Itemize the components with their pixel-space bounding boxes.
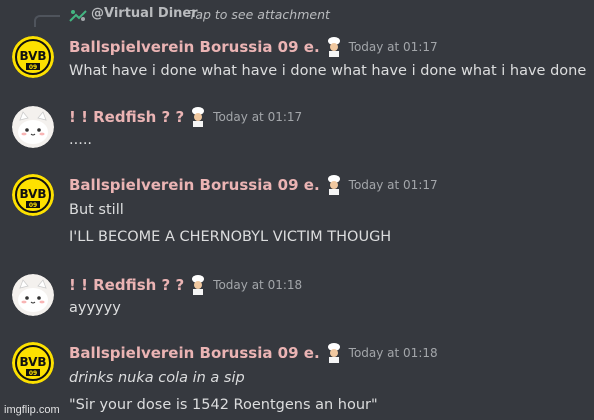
avatar[interactable] bbox=[12, 274, 54, 316]
timestamp: Today at 01:17 bbox=[348, 177, 438, 192]
timestamp: Today at 01:17 bbox=[213, 109, 303, 124]
author-name[interactable]: ! ! Redfish ? ? bbox=[69, 108, 184, 126]
avatar[interactable]: BVB 09 bbox=[12, 36, 54, 78]
svg-text:BVB: BVB bbox=[19, 49, 46, 63]
avatar[interactable]: BVB 09 bbox=[12, 342, 54, 384]
avatar[interactable] bbox=[12, 106, 54, 148]
message-text: "Sir your dose is 1542 Roentgens an hour… bbox=[69, 397, 378, 413]
message-text: drinks nuka cola in a sip bbox=[69, 370, 245, 386]
svg-text:09: 09 bbox=[29, 64, 37, 71]
message-header: Ballspielverein Borussia 09 e. Today at 0… bbox=[69, 342, 438, 363]
message-text: ..... bbox=[69, 132, 93, 148]
svg-text:09: 09 bbox=[29, 202, 37, 209]
author-name[interactable]: Ballspielverein Borussia 09 e. bbox=[69, 38, 320, 56]
message-text: What have i done what have i done what h… bbox=[69, 63, 587, 79]
reply-reference[interactable]: @Virtual Diner Tap to see attachment bbox=[0, 0, 594, 30]
message-header: Ballspielverein Borussia 09 e. Today at 0… bbox=[69, 36, 438, 57]
chef-icon bbox=[189, 106, 207, 127]
message-text: But still bbox=[69, 202, 124, 218]
svg-text:BVB: BVB bbox=[19, 187, 46, 201]
reply-preview[interactable]: Tap to see attachment bbox=[189, 7, 330, 22]
reply-spine bbox=[34, 15, 60, 27]
message-header: ! ! Redfish ? ? Today at 01:17 bbox=[69, 106, 303, 127]
svg-text:09: 09 bbox=[29, 370, 37, 377]
message-text: I'LL BECOME A CHERNOBYL VICTIM THOUGH bbox=[69, 229, 392, 245]
author-name[interactable]: ! ! Redfish ? ? bbox=[69, 276, 184, 294]
message-header: ! ! Redfish ? ? Today at 01:18 bbox=[69, 274, 303, 295]
reply-author-icon bbox=[68, 6, 88, 24]
author-name[interactable]: Ballspielverein Borussia 09 e. bbox=[69, 344, 320, 362]
timestamp: Today at 01:18 bbox=[348, 345, 438, 360]
timestamp: Today at 01:17 bbox=[348, 39, 438, 54]
author-name[interactable]: Ballspielverein Borussia 09 e. bbox=[69, 176, 320, 194]
message-header: Ballspielverein Borussia 09 e. Today at 0… bbox=[69, 174, 438, 195]
watermark: imgflip.com bbox=[4, 404, 60, 416]
message-text: ayyyyy bbox=[69, 300, 121, 316]
svg-text:BVB: BVB bbox=[19, 355, 46, 369]
chef-icon bbox=[325, 342, 343, 363]
timestamp: Today at 01:18 bbox=[213, 277, 303, 292]
avatar[interactable]: BVB 09 bbox=[12, 174, 54, 216]
chef-icon bbox=[325, 36, 343, 57]
chef-icon bbox=[325, 174, 343, 195]
chef-icon bbox=[189, 274, 207, 295]
reply-author[interactable]: @Virtual Diner bbox=[91, 6, 198, 21]
